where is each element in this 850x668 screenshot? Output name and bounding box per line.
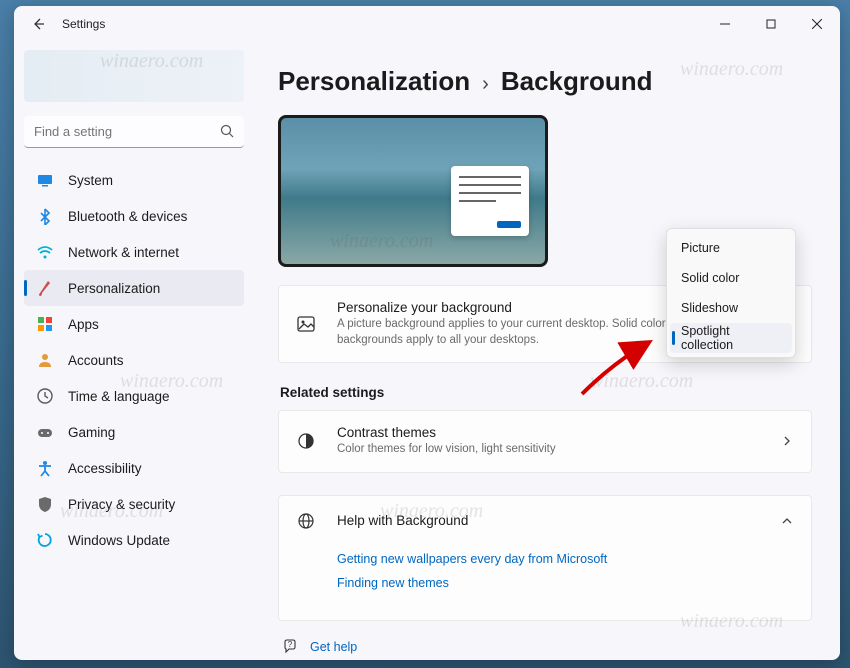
- close-icon: [812, 19, 822, 29]
- sidebar-item-bluetooth[interactable]: Bluetooth & devices: [24, 198, 244, 234]
- chevron-right-icon: [779, 435, 795, 447]
- clock-icon: [36, 387, 54, 405]
- sidebar-item-shield[interactable]: Privacy & security: [24, 486, 244, 522]
- contrast-icon: [295, 430, 317, 452]
- sidebar-item-label: Accounts: [68, 353, 124, 368]
- background-preview: [278, 115, 548, 267]
- sidebar-item-system[interactable]: System: [24, 162, 244, 198]
- search-icon: [220, 124, 234, 143]
- sidebar-item-label: Apps: [68, 317, 99, 332]
- sidebar: System Bluetooth & devices Network & inter…: [14, 42, 254, 660]
- picture-icon: [295, 313, 317, 335]
- accessibility-icon: [36, 459, 54, 477]
- sidebar-item-clock[interactable]: Time & language: [24, 378, 244, 414]
- help-with-background-card[interactable]: Help with Background: [278, 495, 812, 546]
- titlebar: Settings: [14, 6, 840, 42]
- back-arrow-icon: [31, 17, 45, 31]
- sidebar-item-label: System: [68, 173, 113, 188]
- gaming-icon: [36, 423, 54, 441]
- sidebar-item-label: Windows Update: [68, 533, 170, 548]
- preview-window-mock: [451, 166, 529, 236]
- sidebar-nav: System Bluetooth & devices Network & inter…: [24, 162, 244, 558]
- globe-icon: [295, 510, 317, 532]
- sidebar-item-label: Privacy & security: [68, 497, 175, 512]
- search-container: [24, 116, 244, 148]
- help-link-wallpapers[interactable]: Getting new wallpapers every day from Mi…: [337, 552, 795, 566]
- wifi-icon: [36, 243, 54, 261]
- account-icon: [36, 351, 54, 369]
- get-help-link[interactable]: ? Get help: [282, 639, 812, 655]
- background-type-dropdown[interactable]: PictureSolid colorSlideshowSpotlight col…: [666, 228, 796, 358]
- maximize-icon: [766, 19, 776, 29]
- minimize-button[interactable]: [702, 8, 748, 40]
- close-button[interactable]: [794, 8, 840, 40]
- help-icon: ?: [282, 639, 298, 655]
- get-help-label: Get help: [310, 640, 357, 654]
- breadcrumb-parent[interactable]: Personalization: [278, 66, 470, 97]
- update-icon: [36, 531, 54, 549]
- sidebar-item-label: Bluetooth & devices: [68, 209, 187, 224]
- window-title: Settings: [62, 17, 105, 31]
- chevron-up-icon: [779, 515, 795, 527]
- breadcrumb: Personalization › Background: [278, 66, 812, 97]
- sidebar-item-label: Personalization: [68, 281, 160, 296]
- breadcrumb-separator-icon: ›: [482, 73, 489, 96]
- minimize-icon: [720, 19, 730, 29]
- help-links-panel: Getting new wallpapers every day from Mi…: [278, 546, 812, 621]
- back-button[interactable]: [24, 10, 52, 38]
- sidebar-item-label: Gaming: [68, 425, 115, 440]
- sidebar-item-wifi[interactable]: Network & internet: [24, 234, 244, 270]
- card-title: Contrast themes: [337, 425, 779, 440]
- settings-window: Settings System Bluetooth & devices Networ…: [14, 6, 840, 660]
- user-block[interactable]: [24, 50, 244, 102]
- sidebar-item-accessibility[interactable]: Accessibility: [24, 450, 244, 486]
- sidebar-item-label: Network & internet: [68, 245, 179, 260]
- main-content: Personalization › Background Personalize…: [254, 42, 840, 660]
- brush-icon: [36, 279, 54, 297]
- search-input[interactable]: [24, 116, 244, 148]
- apps-icon: [36, 315, 54, 333]
- svg-text:?: ?: [288, 640, 293, 649]
- window-controls: [702, 8, 840, 40]
- breadcrumb-current: Background: [501, 66, 653, 97]
- shield-icon: [36, 495, 54, 513]
- footer-links: ? Get help Give feedback: [278, 639, 812, 660]
- dropdown-option[interactable]: Spotlight collection: [670, 323, 792, 353]
- sidebar-item-apps[interactable]: Apps: [24, 306, 244, 342]
- sidebar-item-update[interactable]: Windows Update: [24, 522, 244, 558]
- dropdown-option[interactable]: Slideshow: [667, 293, 795, 323]
- sidebar-item-gaming[interactable]: Gaming: [24, 414, 244, 450]
- contrast-themes-card[interactable]: Contrast themes Color themes for low vis…: [278, 410, 812, 473]
- maximize-button[interactable]: [748, 8, 794, 40]
- help-link-themes[interactable]: Finding new themes: [337, 576, 795, 590]
- system-icon: [36, 171, 54, 189]
- dropdown-option[interactable]: Picture: [667, 233, 795, 263]
- bluetooth-icon: [36, 207, 54, 225]
- dropdown-option[interactable]: Solid color: [667, 263, 795, 293]
- related-settings-header: Related settings: [280, 385, 812, 400]
- sidebar-item-label: Accessibility: [68, 461, 142, 476]
- card-subtitle: Color themes for low vision, light sensi…: [337, 442, 779, 458]
- sidebar-item-account[interactable]: Accounts: [24, 342, 244, 378]
- sidebar-item-brush[interactable]: Personalization: [24, 270, 244, 306]
- sidebar-item-label: Time & language: [68, 389, 170, 404]
- card-title: Help with Background: [337, 513, 779, 528]
